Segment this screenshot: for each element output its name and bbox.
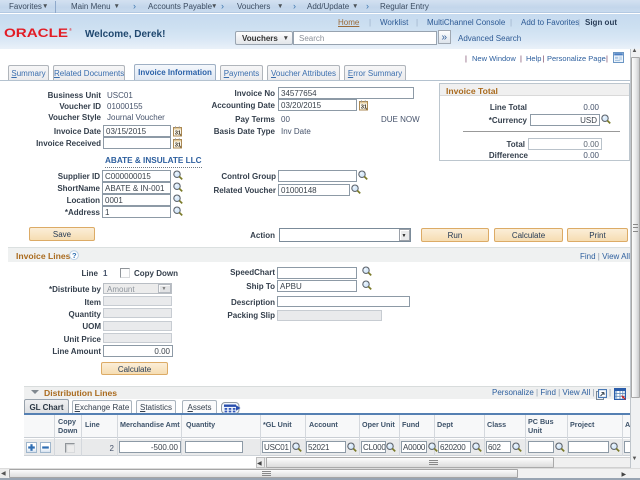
- svg-text:ORACLE: ORACLE: [4, 28, 68, 39]
- svg-text:?: ?: [72, 251, 77, 260]
